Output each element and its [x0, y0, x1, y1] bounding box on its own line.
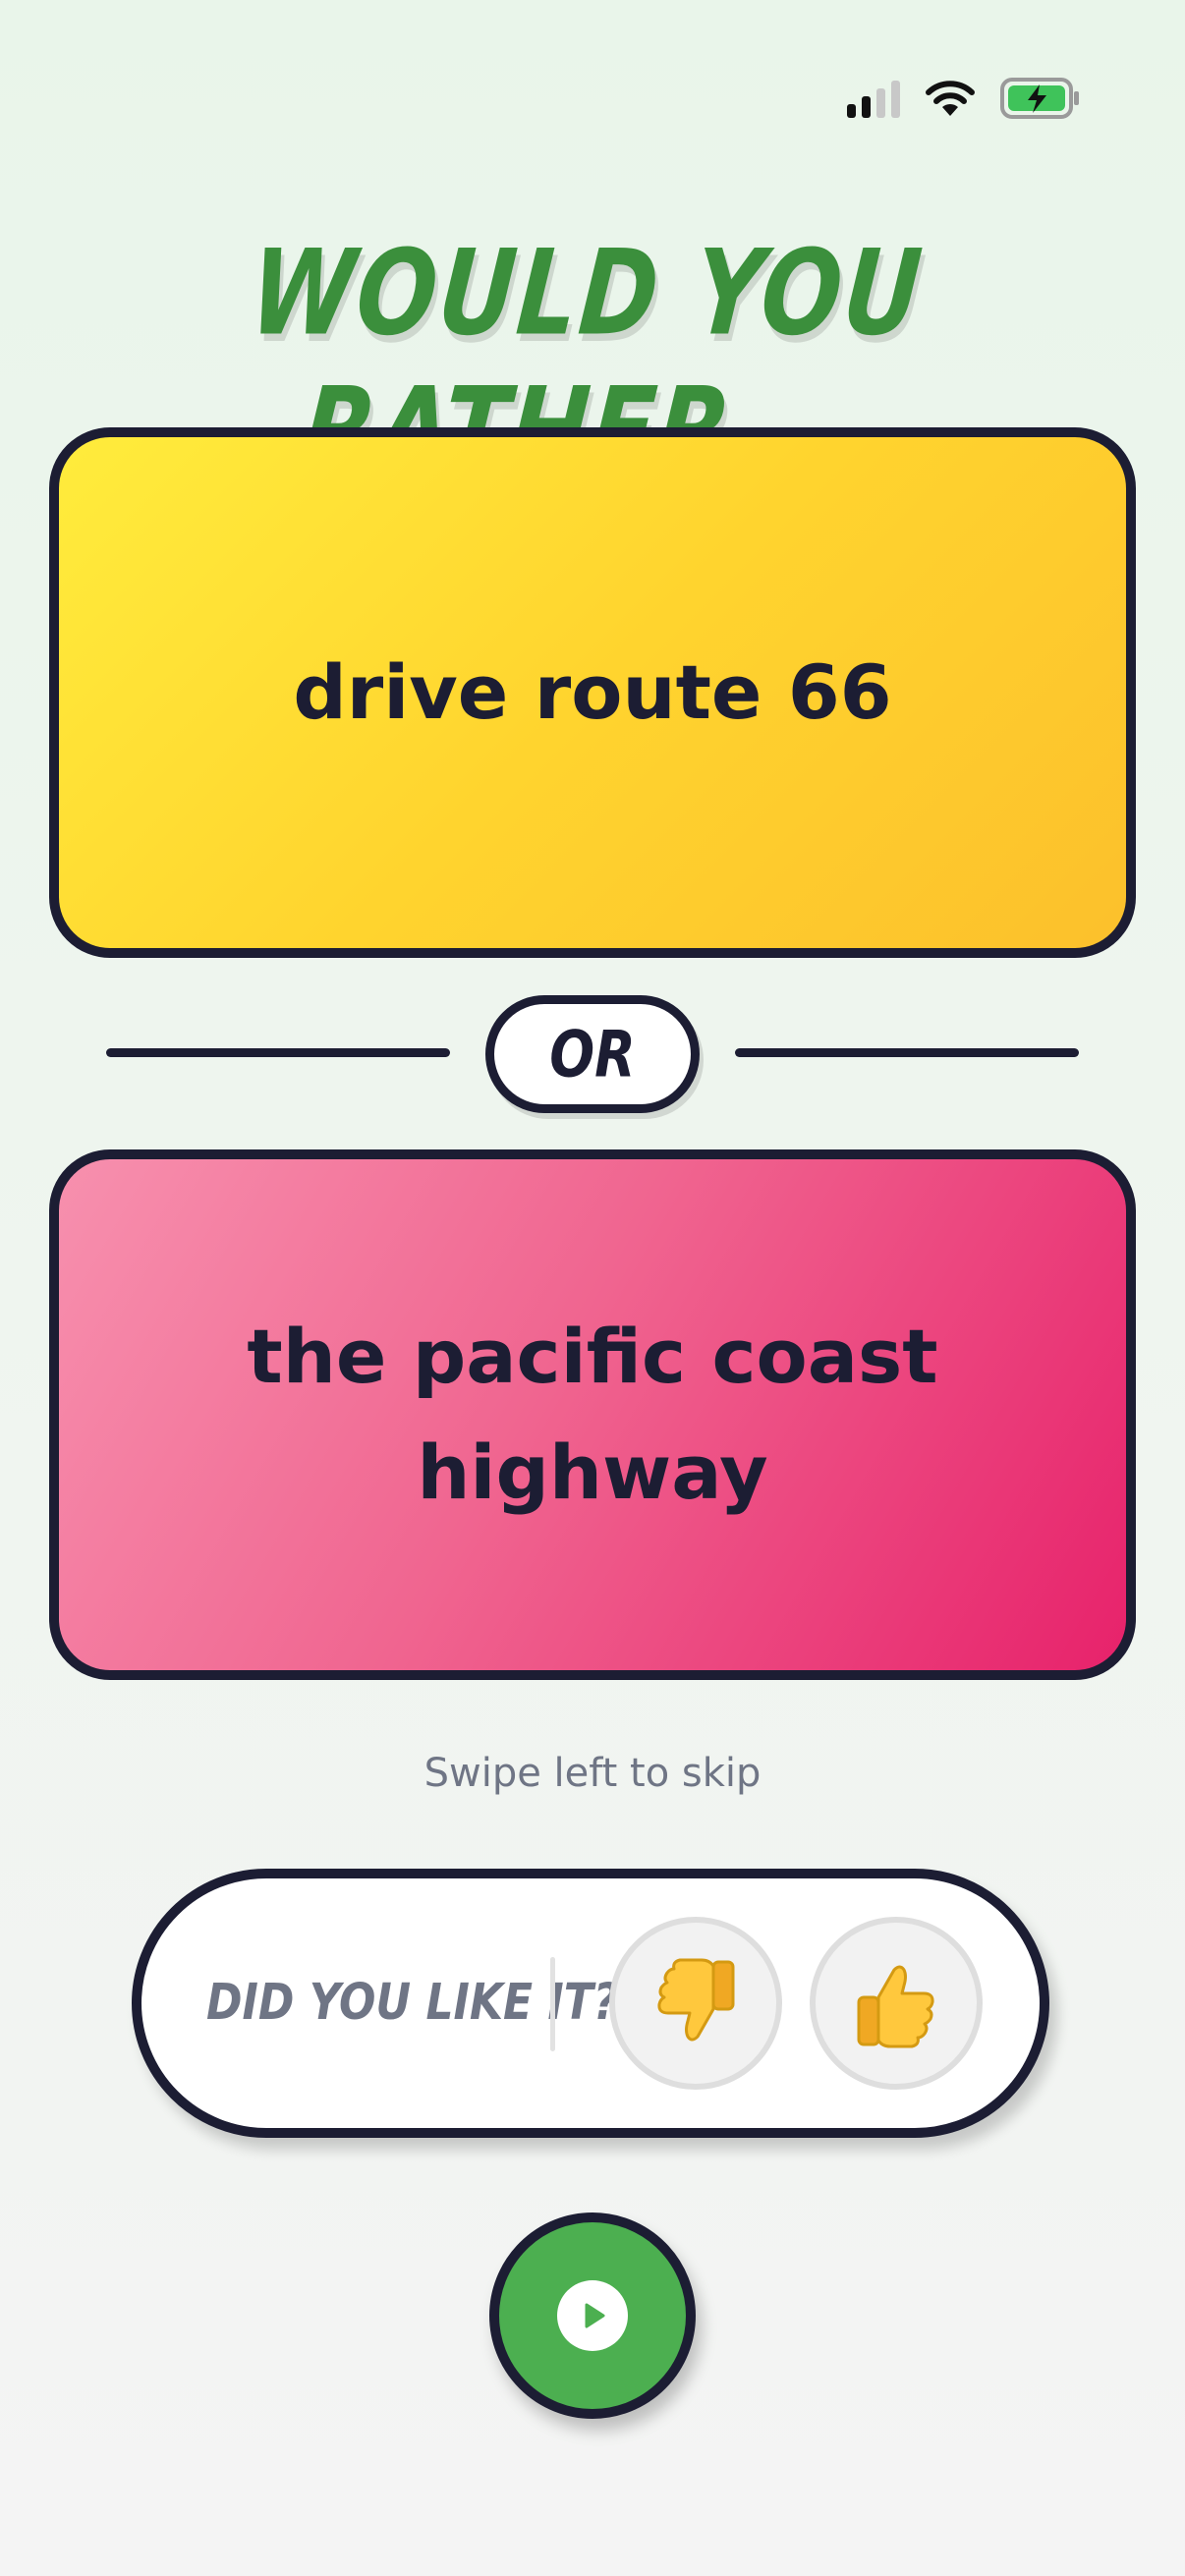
- or-label: OR: [549, 1017, 636, 1092]
- divider-line-right: [735, 1048, 1079, 1057]
- cellular-signal-icon: [847, 79, 900, 118]
- option-b-card[interactable]: the pacific coast highway: [49, 1149, 1136, 1680]
- option-a-text: drive route 66: [293, 648, 892, 736]
- wifi-icon: [924, 79, 977, 118]
- like-button[interactable]: [810, 1917, 983, 2090]
- thumbs-down-icon: [657, 1958, 735, 2042]
- option-b-text: the pacific coast highway: [247, 1313, 938, 1516]
- option-a-card[interactable]: drive route 66: [49, 427, 1136, 958]
- battery-charging-icon: [1000, 77, 1081, 120]
- dislike-button[interactable]: [609, 1917, 782, 2090]
- swipe-hint: Swipe left to skip: [423, 1751, 762, 1796]
- play-icon: [557, 2280, 628, 2351]
- play-next-button[interactable]: [489, 2212, 696, 2419]
- status-bar: [847, 69, 1081, 128]
- feedback-panel: DID YOU LIKE IT?: [132, 1869, 1049, 2138]
- or-badge: OR: [485, 995, 700, 1113]
- feedback-separator: [550, 1957, 555, 2051]
- feedback-label: DID YOU LIKE IT?: [206, 1974, 619, 2032]
- divider-line-left: [106, 1048, 450, 1057]
- thumbs-up-icon: [857, 1965, 934, 2048]
